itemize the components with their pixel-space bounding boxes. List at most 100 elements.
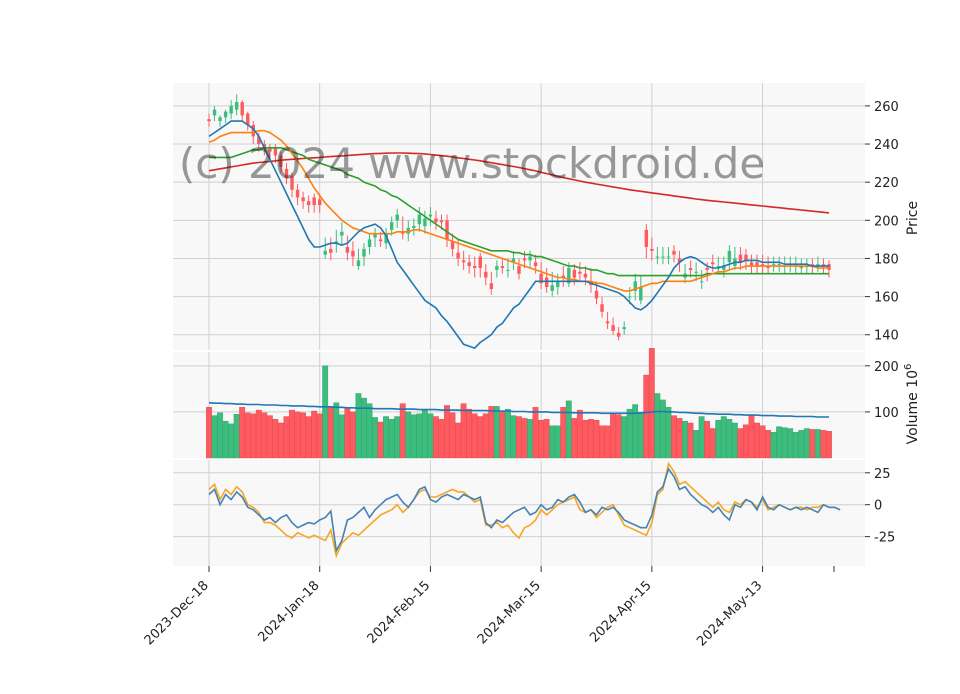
price-tick-label: 220: [874, 176, 899, 191]
volume-bar: [593, 420, 600, 459]
candle-body: [417, 214, 422, 225]
volume-bar: [488, 406, 495, 459]
volume-bar: [798, 430, 805, 459]
x-tick-label: 2024-Jan-18: [256, 578, 323, 645]
x-tick-label: 2024-Feb-15: [365, 578, 434, 647]
candle-body: [423, 218, 427, 227]
candle-body: [306, 201, 311, 206]
candle-body: [594, 290, 599, 299]
candle-body: [456, 252, 460, 259]
volume-bar: [361, 397, 367, 459]
candle-body: [705, 267, 709, 270]
candle-body: [622, 327, 626, 330]
price-tick-label: 200: [874, 214, 899, 229]
volume-bar: [233, 414, 240, 459]
candle-body: [478, 256, 482, 268]
volume-bar: [576, 409, 583, 459]
volume-bar: [277, 422, 284, 459]
volume-bar: [715, 420, 722, 459]
volume-bar: [421, 409, 428, 459]
candle-body: [362, 248, 366, 257]
volume-bar: [610, 412, 616, 459]
oscillator-background: [173, 460, 865, 566]
price-tick-label: 160: [874, 291, 899, 306]
candle-body: [395, 214, 399, 221]
volume-bar: [460, 403, 467, 459]
candle-body: [661, 256, 665, 258]
candle-body: [207, 119, 211, 122]
volume-tick-label: 100: [874, 406, 899, 421]
candle-body: [644, 229, 649, 248]
volume-bar: [305, 416, 312, 459]
candle-body: [727, 250, 732, 263]
candle-body: [489, 283, 494, 289]
candle-body: [517, 266, 521, 274]
volume-bar: [466, 408, 473, 459]
candle-body: [434, 218, 438, 223]
candle-body: [229, 105, 233, 114]
volume-bar: [261, 412, 268, 459]
volume-bar: [532, 407, 539, 459]
candle-body: [500, 266, 505, 268]
candle-body: [533, 262, 538, 267]
volume-bar: [698, 416, 705, 459]
volume-bar: [405, 411, 412, 459]
volume-bar: [316, 413, 323, 459]
volume-bar: [571, 418, 578, 459]
volume-bar: [792, 431, 799, 459]
volume-bar: [626, 408, 633, 459]
volume-bar: [726, 419, 733, 459]
chart-figure: 140 160 180 200 220 240 260 100 200 -25 0 25 2023…: [0, 0, 960, 690]
volume-bar: [560, 407, 567, 459]
candle-body: [495, 266, 499, 270]
volume-bar: [527, 419, 533, 459]
chart-svg: 140 160 180 200 220 240 260 100 200 -25 0 25 2023…: [142, 83, 921, 649]
volume-bar: [294, 411, 301, 459]
candle-body: [295, 189, 300, 198]
volume-bar: [565, 400, 572, 459]
volume-bar: [643, 374, 650, 459]
volume-bar: [604, 425, 611, 459]
volume-bar: [455, 422, 461, 459]
volume-bar: [754, 422, 760, 459]
candle-body: [506, 269, 510, 271]
volume-bar: [742, 424, 749, 459]
volume-bar: [737, 428, 744, 459]
volume-bar: [693, 430, 700, 459]
volume-axis-label: Volume 106: [903, 364, 921, 445]
candle-body: [771, 264, 776, 266]
candle-body: [627, 296, 632, 298]
candle-body: [556, 281, 560, 288]
volume-bar: [493, 406, 500, 459]
candle-body: [777, 264, 781, 266]
candle-body: [666, 256, 671, 258]
price-panel: 140 160 180 200 220 240 260: [173, 83, 899, 350]
volume-bar: [444, 405, 450, 459]
volume-bar: [244, 412, 251, 459]
candle-body: [694, 271, 698, 273]
volume-bar: [471, 413, 478, 459]
volume-bar: [333, 402, 340, 459]
volume-bar: [654, 393, 661, 459]
candle-body: [329, 248, 333, 253]
oscillator-tick-label: 0: [874, 499, 882, 514]
price-background: [173, 83, 865, 350]
volume-bar: [477, 416, 484, 459]
volume-bar: [659, 399, 666, 459]
volume-bar: [599, 425, 605, 459]
volume-bar: [671, 415, 677, 459]
candle-body: [827, 264, 831, 270]
volume-bar: [206, 407, 212, 459]
volume-panel: 100 200: [173, 348, 899, 459]
x-tick-label: 2024-Mar-15: [475, 578, 544, 647]
volume-bar: [211, 415, 218, 459]
candle-body: [544, 277, 549, 288]
candle-body: [528, 256, 532, 261]
price-tick-label: 140: [874, 329, 899, 344]
volume-bar: [814, 429, 821, 459]
volume-bar: [759, 425, 766, 459]
x-axis: 2023-Dec-18 2024-Jan-18 2024-Feb-15 2024-Ma…: [142, 566, 835, 649]
oscillator-tick-label: 25: [874, 467, 891, 482]
candle-body: [711, 262, 715, 265]
candle-body: [234, 102, 239, 110]
